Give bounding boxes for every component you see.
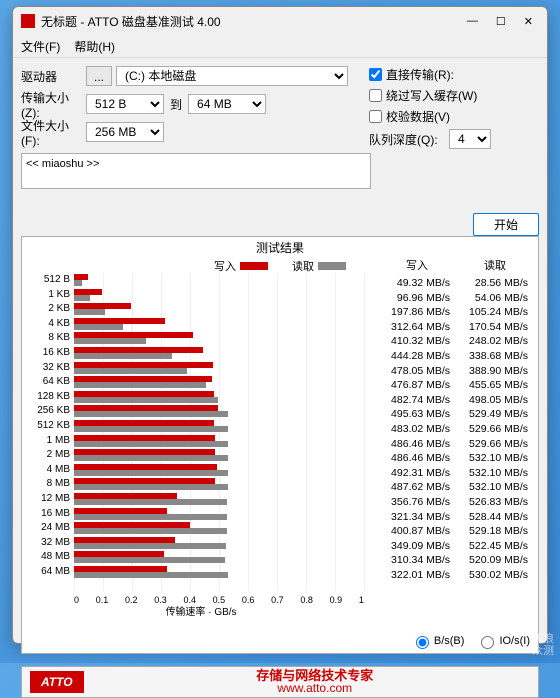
transfer-label: 传输大小(Z): bbox=[21, 89, 86, 120]
bs-radio[interactable]: B/s(B) bbox=[411, 633, 465, 649]
start-button[interactable]: 开始 bbox=[473, 213, 539, 236]
queue-select[interactable]: 4 bbox=[449, 129, 491, 149]
table-row: 492.31 MB/s532.10 MB/s bbox=[378, 466, 534, 481]
table-row: 444.28 MB/s338.68 MB/s bbox=[378, 349, 534, 364]
menubar: 文件(F) 帮助(H) bbox=[13, 35, 547, 58]
drive-browse-button[interactable]: ... bbox=[86, 66, 112, 86]
table-row: 478.05 MB/s388.90 MB/s bbox=[378, 364, 534, 379]
minimize-button[interactable]: — bbox=[467, 15, 478, 28]
menu-file[interactable]: 文件(F) bbox=[21, 38, 60, 55]
verify-checkbox[interactable]: 校验数据(V) bbox=[369, 108, 539, 125]
table-row: 349.09 MB/s522.45 MB/s bbox=[378, 539, 534, 554]
table-row: 322.01 MB/s530.02 MB/s bbox=[378, 568, 534, 583]
transfer-max-select[interactable]: 64 MB bbox=[188, 94, 266, 114]
app-icon bbox=[21, 14, 35, 28]
table-row: 356.76 MB/s526.83 MB/s bbox=[378, 495, 534, 510]
table-row: 321.34 MB/s528.44 MB/s bbox=[378, 510, 534, 525]
description-box[interactable]: << miaoshu >> bbox=[21, 153, 371, 189]
atto-logo: ATTO bbox=[30, 671, 84, 693]
maximize-button[interactable]: ☐ bbox=[496, 15, 506, 28]
watermark: 新浪众测 bbox=[532, 633, 554, 657]
to-label: 到 bbox=[170, 96, 182, 113]
table-row: 495.63 MB/s529.49 MB/s bbox=[378, 407, 534, 422]
titlebar[interactable]: 无标题 - ATTO 磁盘基准测试 4.00 — ☐ ✕ bbox=[13, 7, 547, 35]
queue-label: 队列深度(Q): bbox=[369, 131, 438, 148]
table-row: 310.34 MB/s520.09 MB/s bbox=[378, 553, 534, 568]
menu-help[interactable]: 帮助(H) bbox=[74, 38, 115, 55]
window-title: 无标题 - ATTO 磁盘基准测试 4.00 bbox=[41, 13, 221, 30]
direct-checkbox[interactable]: 直接传输(R): bbox=[369, 66, 539, 83]
table-row: 482.74 MB/s498.05 MB/s bbox=[378, 393, 534, 408]
table-row: 400.87 MB/s529.18 MB/s bbox=[378, 524, 534, 539]
table-row: 486.46 MB/s532.10 MB/s bbox=[378, 451, 534, 466]
bypass-checkbox[interactable]: 绕过写入缓存(W) bbox=[369, 87, 539, 104]
drive-label: 驱动器 bbox=[21, 68, 86, 85]
filesize-select[interactable]: 256 MB bbox=[86, 122, 164, 142]
values-table: 写入读取 49.32 MB/s28.56 MB/s96.96 MB/s54.06… bbox=[378, 257, 534, 582]
table-row: 476.87 MB/s455.65 MB/s bbox=[378, 378, 534, 393]
read-swatch bbox=[318, 262, 346, 270]
table-row: 96.96 MB/s54.06 MB/s bbox=[378, 291, 534, 306]
bar-chart: 512 B1 KB2 KB4 KB8 KB16 KB32 KB64 KB128 … bbox=[26, 273, 376, 619]
transfer-min-select[interactable]: 512 B bbox=[86, 94, 164, 114]
write-swatch bbox=[240, 262, 268, 270]
close-button[interactable]: ✕ bbox=[524, 15, 533, 28]
footer: ATTO 存储与网络技术专家www.atto.com bbox=[21, 666, 539, 698]
app-window: 无标题 - ATTO 磁盘基准测试 4.00 — ☐ ✕ 文件(F) 帮助(H)… bbox=[12, 6, 548, 644]
table-row: 487.62 MB/s532.10 MB/s bbox=[378, 480, 534, 495]
table-row: 486.46 MB/s529.66 MB/s bbox=[378, 437, 534, 452]
table-row: 312.64 MB/s170.54 MB/s bbox=[378, 320, 534, 335]
table-row: 197.86 MB/s105.24 MB/s bbox=[378, 305, 534, 320]
drive-select[interactable]: (C:) 本地磁盘 bbox=[116, 66, 348, 86]
table-row: 410.32 MB/s248.02 MB/s bbox=[378, 334, 534, 349]
results-panel: 测试结果 写入 读取 512 B1 KB2 KB4 KB8 KB16 KB32 … bbox=[21, 236, 539, 654]
ios-radio[interactable]: IO/s(I) bbox=[476, 633, 530, 649]
file-label: 文件大小(F): bbox=[21, 117, 86, 148]
table-row: 483.02 MB/s529.66 MB/s bbox=[378, 422, 534, 437]
table-row: 49.32 MB/s28.56 MB/s bbox=[378, 276, 534, 291]
results-title: 测试结果 bbox=[22, 237, 538, 256]
